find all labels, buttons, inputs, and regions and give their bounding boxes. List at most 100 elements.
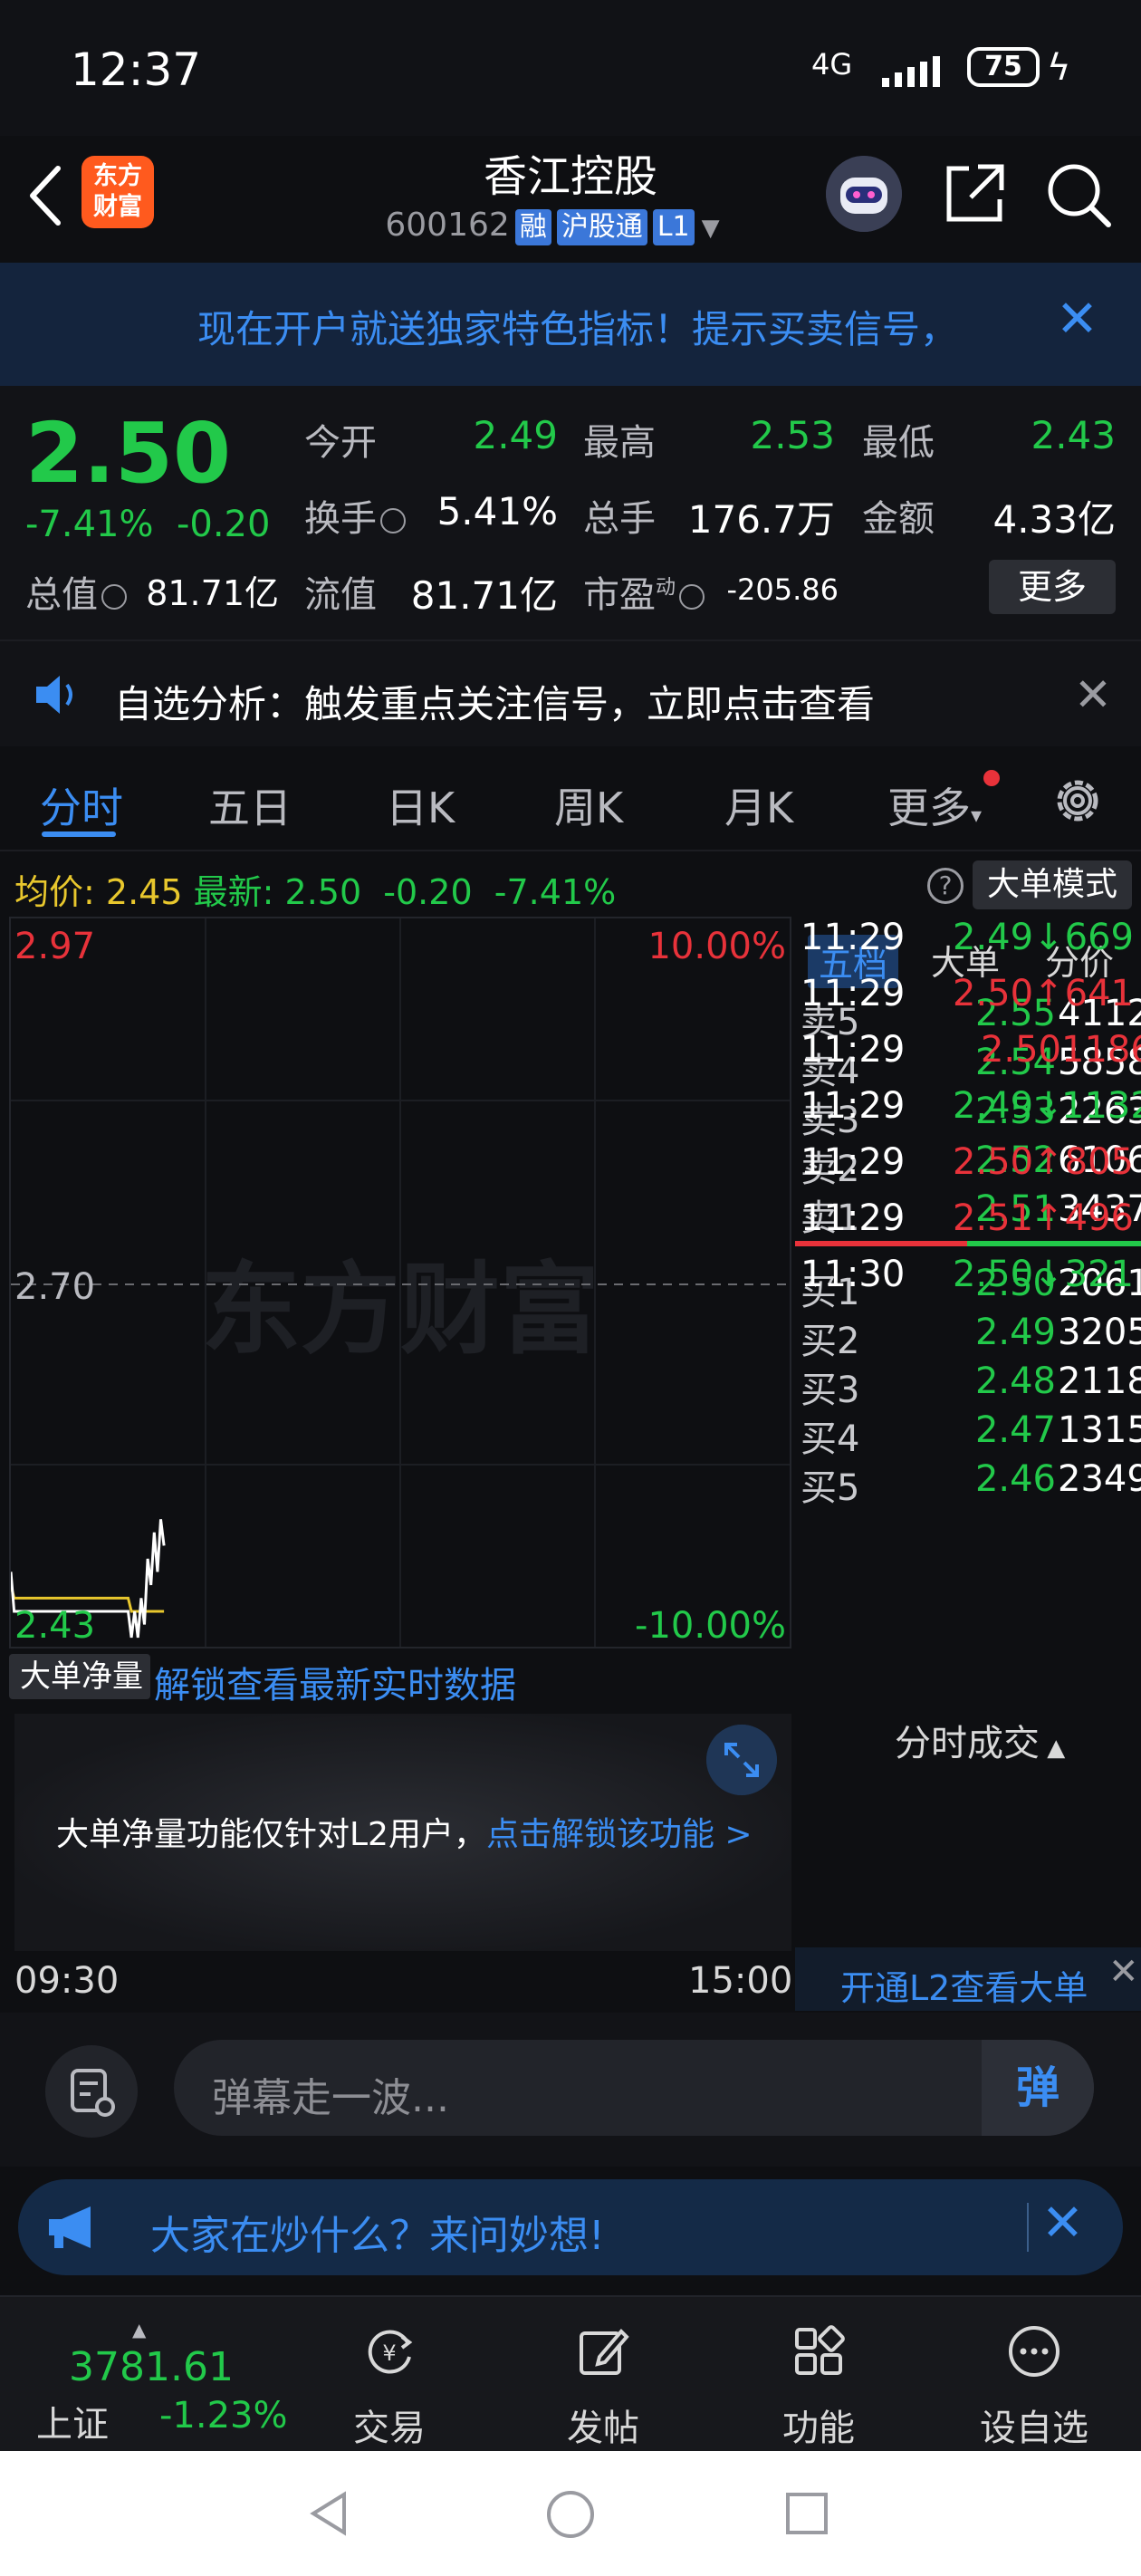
trade-time: 11:29 [801,917,906,958]
network-type: 4G [811,47,853,82]
help-icon[interactable]: ? [927,868,964,904]
trades-title[interactable]: 分时成交 ▲ [895,1714,1065,1766]
nav-trade[interactable]: ¥ 交易 [326,2324,453,2451]
buy-price: 2.49 [974,1312,1056,1353]
stock-code-row[interactable]: 600162 融沪股通 L1 ▼ [344,207,761,246]
sys-back-icon[interactable] [304,2489,353,2538]
buy-volume: 1315 [1058,1409,1141,1451]
tab-more[interactable]: 更多▾ [887,775,982,835]
lock-text: 大单净量功能仅针对L2用户，点击解锁该功能 > [56,1816,753,1853]
speaker-icon [36,676,72,714]
latest-change-pct: -7.41% [494,872,617,912]
trade-row: 11:29 2.49↓ 669 [795,917,1141,973]
indicator-selector[interactable]: 大单净量 ▼ [9,1654,150,1740]
chart-tabs: 分时 五日 日K 周K 月K 更多▾ [0,748,1141,851]
unlock-feature-link[interactable]: 点击解锁该功能 > [486,1816,753,1853]
buy-row[interactable]: 买3 2.48 2118 [795,1360,1141,1411]
x-end-label: 15:00 [688,1960,793,2002]
buy-volume: 3205 [1058,1312,1141,1353]
buy-volume: 2349 [1058,1458,1141,1500]
megaphone-icon [49,2206,91,2248]
tab-monthly-k[interactable]: 月K [724,775,793,835]
intraday-chart-svg: 东方财富 2.97 2.70 2.43 10.00% -10.00% [9,918,790,1647]
info-icon [380,508,406,533]
close-icon[interactable]: ✕ [1041,2194,1084,2253]
danmaku-input[interactable]: 弹幕走一波... 弹 [174,2040,1094,2136]
current-price: 2.50 [25,405,231,502]
index-change: -1.23% [159,2395,288,2437]
tag-margin: 融 [514,209,551,245]
trade-time: 11:29 [801,1141,906,1183]
screen: 12:37 4G 75 ϟ 东方财富 香江控股 600162 融沪股通 L1 ▼ 现在… [0,0,1141,2576]
tab-daily-k[interactable]: 日K [386,775,455,835]
close-icon[interactable]: ✕ [1074,668,1112,721]
l2-promo-bar[interactable]: 开通L2查看大单 ✕ [795,1947,1141,2011]
buy-row[interactable]: 买4 2.47 1315 [795,1409,1141,1460]
float-label: 流值 [304,574,377,616]
robot-assistant-icon[interactable] [826,156,902,232]
tab-five-day[interactable]: 五日 [208,775,292,835]
trade-price: 2.51↑ [953,1197,1064,1239]
turnover-label: 换手 [304,489,406,542]
send-danmaku-button[interactable]: 弹 [982,2040,1094,2136]
grid-icon [795,2325,845,2375]
info-icon [101,584,127,610]
price-summary-line: 均价: 2.45 最新: 2.50 -0.20 -7.41% [14,864,616,914]
analysis-notice[interactable]: 自选分析：触发重点关注信号，立即点击查看 ✕ [0,639,1141,746]
nav-watchlist-settings[interactable]: 设自选 [971,2324,1098,2451]
promo-banner[interactable]: 现在开户就送独家特色指标！提示买卖信号， ✕ [0,263,1141,386]
battery-icon: 75 [967,47,1040,87]
gear-icon[interactable] [1050,774,1105,828]
stock-name[interactable]: 香江控股 [362,140,779,204]
latest-value: 2.50 [284,872,362,912]
buy-row[interactable]: 买2 2.49 3205 [795,1312,1141,1362]
amount-value: 4.33亿 [992,497,1116,542]
index-switch-caret-icon[interactable]: ▲ [132,2319,146,2341]
close-icon[interactable]: ✕ [1108,1951,1139,1993]
sys-recents-icon[interactable] [784,2491,829,2536]
buy-price: 2.48 [974,1360,1056,1402]
more-dots-icon [1009,2326,1060,2377]
intraday-chart[interactable]: 东方财富 2.97 2.70 2.43 10.00% -10.00% [9,917,791,1648]
index-name: 上证 [36,2404,109,2446]
sys-home-icon[interactable] [545,2489,596,2540]
avg-label: 均价: [14,872,95,912]
dropdown-caret-icon: ▼ [701,215,720,242]
big-order-mode-button[interactable]: 大单模式 [973,860,1132,909]
trade-price: 2.50↓ [953,1254,1064,1295]
close-icon[interactable]: ✕ [1056,290,1098,349]
buy-volume: 2118 [1058,1360,1141,1402]
trade-time: 11:29 [801,973,906,1014]
danmaku-placeholder: 弹幕走一波... [212,2075,449,2121]
svg-text:¥: ¥ [382,2341,396,2366]
x-start-label: 09:30 [14,1960,120,2002]
trade-price: 2.50 [980,1029,1061,1071]
buy-level: 买2 [801,1321,860,1362]
y-mid-label: 2.70 [14,1266,95,1308]
trade-row: 11:29 2.49↓1132 [795,1085,1141,1141]
back-arrow-icon[interactable] [25,163,65,228]
tab-weekly-k[interactable]: 周K [554,775,623,835]
unlock-realtime-link[interactable]: 解锁查看最新实时数据 [154,1656,516,1708]
nav-functions[interactable]: 功能 [755,2324,882,2451]
l2-link[interactable]: 开通L2查看大单 [840,1960,1088,2010]
nav-post[interactable]: 发帖 [540,2324,666,2451]
index-value[interactable]: 3781.61 [69,2344,234,2390]
trade-time: 11:29 [801,1085,906,1127]
tag-hk-connect: 沪股通 [556,209,647,245]
order-book-panel: 五档 大单 分价 卖5 2.55 4112 卖4 2.54 5858 卖3 2.53 2263 卖… [795,917,1141,2013]
ask-ai-bar[interactable]: 大家在炒什么？来问妙想! ✕ [18,2179,1123,2275]
tab-intraday[interactable]: 分时 [40,775,123,835]
buy-row[interactable]: 买5 2.46 2349 [795,1458,1141,1509]
share-icon[interactable] [942,159,1009,226]
trade-volume: 1186 [1061,1029,1141,1071]
message-settings-icon[interactable] [45,2045,138,2138]
more-button[interactable]: 更多 [989,560,1116,614]
search-icon[interactable] [1043,159,1112,228]
trade-volume: 669 [1064,917,1134,958]
status-bar: 12:37 4G 75 ϟ [0,0,1141,136]
change-pct: -7.41% [25,504,154,545]
system-nav-bar [0,2451,1141,2576]
expand-icon[interactable] [706,1725,777,1795]
trade-volume: 1132 [1061,1085,1141,1127]
